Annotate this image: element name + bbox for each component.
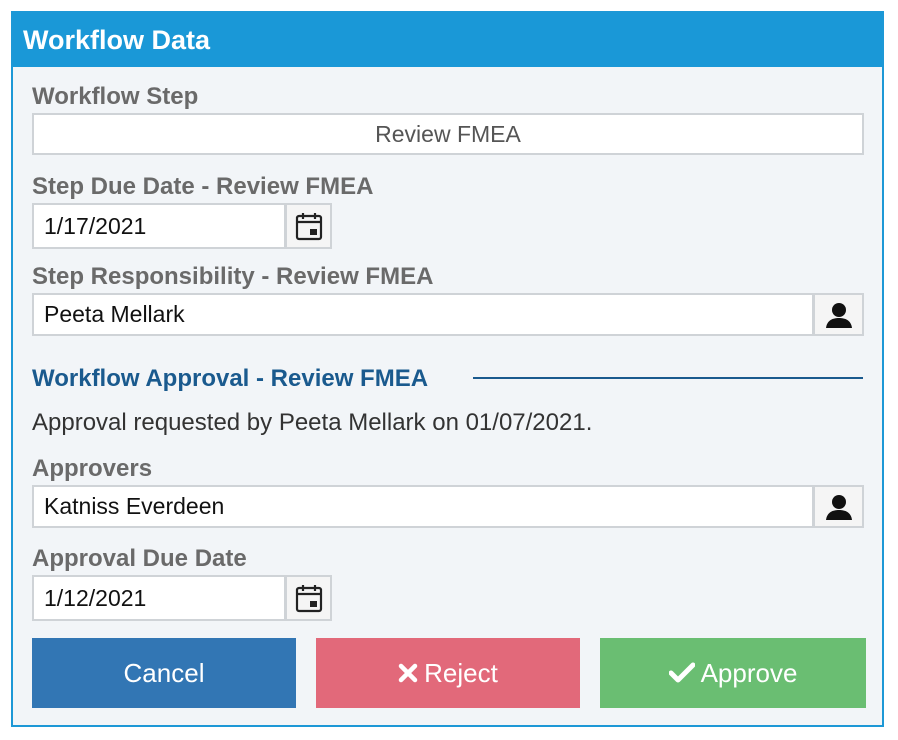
approvers-label: Approvers — [32, 455, 153, 482]
person-icon — [825, 494, 852, 520]
approval-section-title: Workflow Approval - Review FMEA — [32, 365, 429, 392]
calendar-icon — [295, 585, 322, 613]
calendar-icon — [295, 213, 322, 241]
cancel-button[interactable]: Cancel — [32, 638, 296, 708]
step-due-date-input[interactable]: 1/17/2021 — [32, 203, 286, 249]
cancel-button-label: Cancel — [123, 657, 205, 688]
approval-due-date-input[interactable]: 1/12/2021 — [32, 575, 286, 621]
person-icon — [825, 302, 852, 328]
approval-due-date-calendar-button[interactable] — [285, 575, 332, 621]
approve-button-label: Approve — [700, 657, 798, 688]
approve-button[interactable]: Approve — [600, 638, 866, 708]
approvers-input[interactable]: Katniss Everdeen — [32, 485, 814, 528]
reject-button-label: Reject — [424, 657, 498, 688]
approval-due-date-label: Approval Due Date — [32, 545, 247, 572]
workflow-step-field: Review FMEA — [32, 113, 864, 155]
approvers-user-button[interactable] — [813, 485, 864, 528]
step-due-date-label: Step Due Date - Review FMEA — [32, 173, 374, 200]
x-icon — [398, 663, 418, 683]
panel-title: Workflow Data — [13, 13, 882, 67]
checkmark-icon — [668, 662, 695, 683]
section-divider — [473, 377, 863, 379]
step-responsibility-user-button[interactable] — [813, 293, 864, 336]
step-due-date-calendar-button[interactable] — [285, 203, 332, 249]
reject-button[interactable]: Reject — [316, 638, 580, 708]
step-responsibility-input[interactable]: Peeta Mellark — [32, 293, 814, 336]
workflow-data-panel: Workflow Data Workflow Step Review FMEA … — [11, 11, 884, 727]
step-responsibility-label: Step Responsibility - Review FMEA — [32, 263, 434, 290]
workflow-step-label: Workflow Step — [32, 83, 199, 110]
approval-request-info: Approval requested by Peeta Mellark on 0… — [32, 409, 593, 436]
